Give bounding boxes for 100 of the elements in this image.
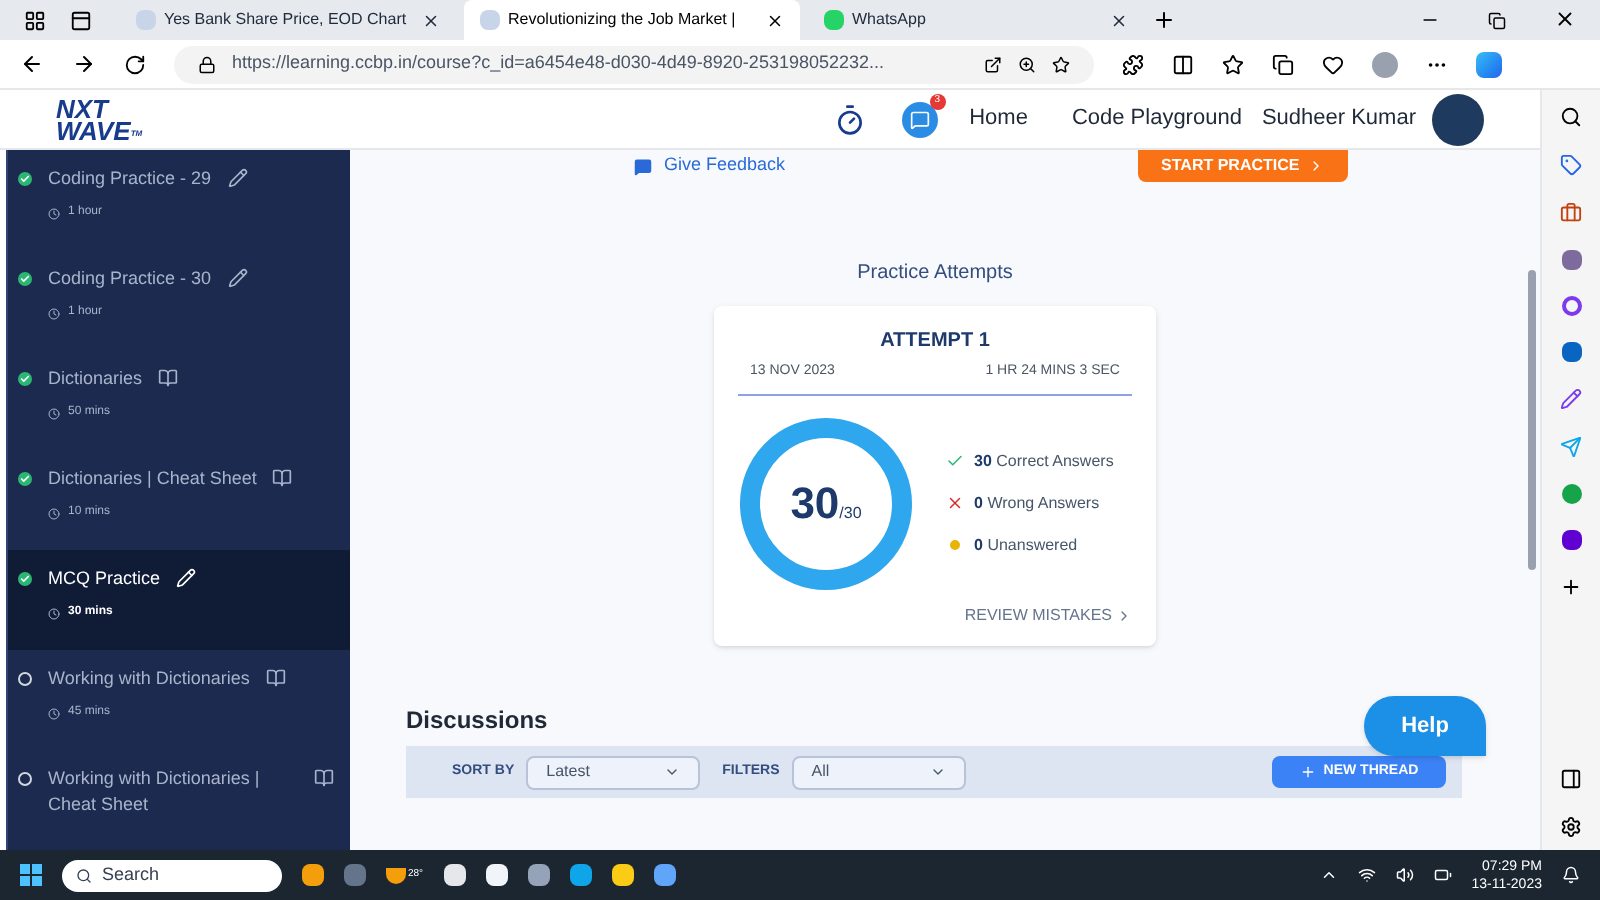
review-mistakes-link[interactable]: REVIEW MISTAKES bbox=[964, 603, 1132, 627]
back-icon[interactable] bbox=[20, 52, 44, 76]
close-icon[interactable] bbox=[1554, 8, 1576, 30]
heart-icon[interactable] bbox=[1322, 53, 1344, 75]
item-title: Working with Dictionaries | Cheat Sheet bbox=[48, 766, 262, 818]
favicon-icon bbox=[136, 10, 156, 30]
check-circle-icon bbox=[18, 572, 32, 586]
panel-icon[interactable] bbox=[1560, 768, 1582, 790]
attempt-title: ATTEMPT 1 bbox=[880, 328, 990, 356]
collections-icon[interactable] bbox=[1272, 53, 1294, 75]
start-icon[interactable] bbox=[20, 864, 42, 886]
give-feedback-link[interactable]: Give Feedback bbox=[664, 152, 786, 180]
check-icon bbox=[946, 452, 964, 470]
sort-dropdown[interactable]: Latest bbox=[526, 755, 701, 789]
scrollbar-thumb[interactable] bbox=[1528, 270, 1536, 570]
favicon-icon bbox=[824, 10, 844, 30]
book-icon bbox=[265, 668, 286, 688]
volume-icon[interactable] bbox=[1395, 866, 1414, 884]
open-app-icon[interactable] bbox=[984, 55, 1002, 73]
settings-icon[interactable] bbox=[1560, 816, 1582, 838]
item-title: Dictionaries bbox=[48, 366, 143, 392]
tab-actions-icon[interactable] bbox=[70, 10, 92, 32]
stopwatch-icon[interactable] bbox=[833, 103, 866, 135]
clock-icon bbox=[48, 307, 60, 319]
profile-avatar[interactable] bbox=[1372, 51, 1398, 77]
zoom-icon[interactable] bbox=[1018, 55, 1036, 73]
weather-icon[interactable] bbox=[386, 867, 406, 883]
copilot-icon[interactable] bbox=[1476, 51, 1502, 77]
stat-text: 0 Unanswered bbox=[974, 533, 1078, 557]
item-title: Working with Dictionaries bbox=[48, 666, 250, 692]
extensions-icon[interactable] bbox=[1122, 53, 1144, 75]
forward-icon[interactable] bbox=[72, 52, 96, 76]
user-name[interactable]: Sudheer Kumar bbox=[1261, 102, 1416, 136]
taskbar-search-field[interactable]: Search bbox=[62, 859, 282, 891]
favorites-icon[interactable] bbox=[1222, 53, 1244, 75]
stat-text: 0 Wrong Answers bbox=[974, 491, 1100, 515]
chevron-down-icon bbox=[664, 764, 681, 780]
edit-icon[interactable] bbox=[1560, 388, 1582, 410]
avatar-placeholder[interactable] bbox=[1432, 93, 1484, 145]
chat-icon bbox=[909, 109, 930, 129]
nav-link[interactable]: Home bbox=[969, 102, 1028, 136]
app-icon[interactable] bbox=[653, 864, 676, 886]
pencil-icon bbox=[227, 268, 248, 288]
close-icon[interactable] bbox=[766, 11, 784, 29]
search-icon bbox=[76, 867, 92, 883]
chevron-down-icon bbox=[929, 764, 946, 780]
bell-icon[interactable] bbox=[1562, 866, 1580, 884]
item-title: Coding Practice - 29 bbox=[48, 166, 212, 192]
browser-tab[interactable]: Revolutionizing the Job Market | bbox=[464, 0, 800, 40]
app-icon[interactable] bbox=[527, 864, 550, 886]
briefcase-icon[interactable] bbox=[1560, 202, 1582, 224]
close-icon[interactable] bbox=[422, 11, 440, 29]
add-icon[interactable] bbox=[1560, 576, 1582, 598]
item-title: Dictionaries | Cheat Sheet bbox=[48, 466, 257, 492]
app-icon[interactable] bbox=[611, 864, 634, 886]
app-icon[interactable] bbox=[443, 864, 466, 886]
filter-dropdown[interactable]: All bbox=[791, 755, 966, 789]
item-title: MCQ Practice bbox=[48, 566, 161, 592]
clock-icon bbox=[48, 407, 60, 419]
pencil-icon bbox=[227, 168, 248, 188]
app-icon[interactable] bbox=[485, 864, 508, 886]
chevron-up-icon[interactable] bbox=[1319, 866, 1338, 884]
wifi-icon[interactable] bbox=[1357, 866, 1376, 884]
battery-icon[interactable] bbox=[1433, 866, 1452, 884]
course-item[interactable]: Working with Dictionaries | Cheat Sheet bbox=[8, 750, 350, 850]
chevron-right-icon bbox=[1116, 607, 1132, 623]
search-icon[interactable] bbox=[1560, 106, 1582, 128]
book-icon bbox=[272, 468, 293, 488]
send-icon[interactable] bbox=[1560, 436, 1582, 458]
pencil-icon bbox=[176, 568, 197, 588]
yahoo-icon[interactable] bbox=[1561, 530, 1581, 550]
nav-link[interactable]: Code Playground bbox=[1071, 102, 1242, 136]
clock-icon bbox=[48, 607, 60, 619]
lock-icon bbox=[198, 55, 216, 73]
office-icon[interactable] bbox=[1561, 296, 1581, 316]
feedback-icon bbox=[634, 157, 652, 175]
check-circle-icon bbox=[18, 372, 32, 386]
clock-icon bbox=[48, 207, 60, 219]
app-icon[interactable] bbox=[302, 864, 324, 886]
clock-icon bbox=[48, 707, 60, 719]
close-icon[interactable] bbox=[1110, 11, 1128, 29]
tag-icon[interactable] bbox=[1560, 154, 1582, 176]
tree-icon[interactable] bbox=[1561, 484, 1581, 504]
restore-icon[interactable] bbox=[1488, 12, 1506, 30]
address-bar[interactable]: https://learning.ccbp.in/course?c_id=a6454e48-d030-4d49-8920-253198052232... bbox=[174, 45, 1094, 83]
clock-icon bbox=[48, 507, 60, 519]
refresh-icon[interactable] bbox=[124, 53, 146, 75]
star-icon[interactable] bbox=[1052, 55, 1070, 73]
book-icon bbox=[314, 768, 334, 788]
check-circle-icon bbox=[18, 272, 32, 286]
browser-tab[interactable]: WhatsApp bbox=[808, 0, 1144, 40]
browser-tab[interactable]: Yes Bank Share Price, EOD Chart bbox=[120, 0, 456, 40]
games-icon[interactable] bbox=[1561, 250, 1581, 270]
item-title: Coding Practice - 30 bbox=[48, 266, 212, 292]
new-tab-icon[interactable] bbox=[1152, 8, 1176, 32]
outlook-icon[interactable] bbox=[1561, 342, 1581, 362]
cross-icon bbox=[946, 494, 964, 512]
split-screen-icon[interactable] bbox=[1172, 53, 1194, 75]
favicon-icon bbox=[480, 10, 500, 30]
workspaces-icon[interactable] bbox=[24, 10, 46, 32]
